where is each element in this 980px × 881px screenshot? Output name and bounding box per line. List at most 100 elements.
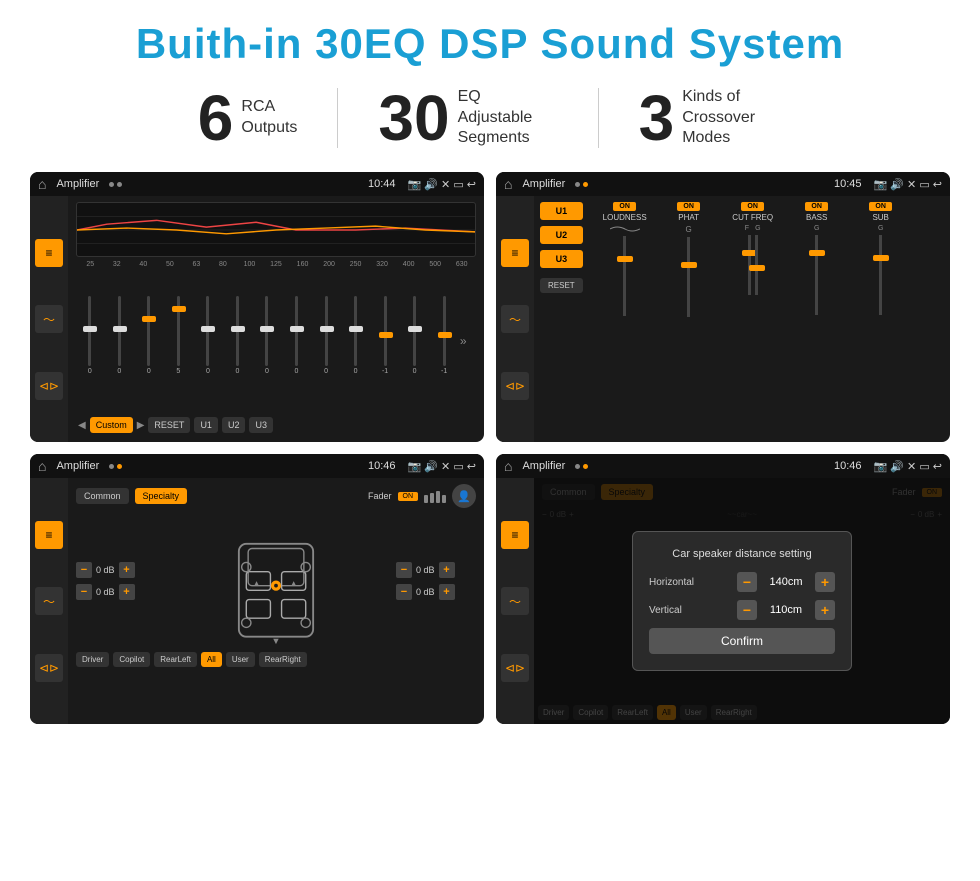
dlg-sidebar-icon-2[interactable]: 〜: [501, 587, 529, 615]
freq-32: 32: [105, 261, 130, 268]
amp-tilde-loudness: [610, 225, 640, 233]
freq-63: 63: [184, 261, 209, 268]
amp-screen: ≡ 〜 ⊲⊳ U1 U2 U3 RESET: [496, 196, 950, 442]
amp-sidebar-icon-2[interactable]: 〜: [501, 305, 529, 333]
home-icon-3[interactable]: ⌂: [38, 458, 46, 474]
spk-sidebar-icon-1[interactable]: ≡: [35, 521, 63, 549]
screens-grid: ⌂ Amplifier 10:44 📷 🔊 ✕ ▭ ↩ ≡ 〜 ⊲⊳: [30, 172, 950, 724]
spk-sidebar-icon-3[interactable]: ⊲⊳: [35, 654, 63, 682]
eq-prev-btn[interactable]: ◀: [78, 420, 86, 431]
status-icons-3: 📷 🔊 ✕ ▭ ↩: [408, 460, 476, 473]
spk-plus-1[interactable]: +: [119, 562, 135, 578]
spk-db-row-1: − 0 dB +: [76, 562, 156, 578]
eq-slider-9: 0: [312, 296, 340, 386]
amp-reset-btn[interactable]: RESET: [540, 278, 583, 293]
amp-sidebar-icon-1[interactable]: ≡: [501, 239, 529, 267]
dots-2: [575, 182, 588, 187]
spk-main: Common Specialty Fader ON 👤: [68, 478, 484, 724]
spk-plus-2[interactable]: +: [119, 584, 135, 600]
eq-icon-3[interactable]: ⊲⊳: [35, 372, 63, 400]
eq-u3-btn[interactable]: U3: [249, 417, 273, 433]
dot5: [109, 464, 114, 469]
freq-500: 500: [423, 261, 448, 268]
dialog-vertical-value: 110cm: [761, 604, 811, 616]
amp-u3-btn[interactable]: U3: [540, 250, 583, 268]
spk-on-badge[interactable]: ON: [398, 492, 419, 501]
amp-slider-sub[interactable]: [879, 235, 882, 315]
dialog-confirm-button[interactable]: Confirm: [649, 628, 835, 654]
amp-u2-btn[interactable]: U2: [540, 226, 583, 244]
status-icons-2: 📷 🔊 ✕ ▭ ↩: [874, 178, 942, 191]
amp-slider-bass[interactable]: [815, 235, 818, 315]
amp-on-phat[interactable]: ON: [677, 202, 700, 211]
spk-copilot-btn[interactable]: Copilot: [113, 652, 150, 667]
dialog-overlay: Car speaker distance setting Horizontal …: [534, 478, 950, 724]
spk-sidebar-icon-2[interactable]: 〜: [35, 587, 63, 615]
eq-next-btn[interactable]: ▶: [137, 420, 145, 431]
dialog-vertical-control: − 110cm +: [737, 600, 835, 620]
dialog-horizontal-minus[interactable]: −: [737, 572, 757, 592]
dialog-row-vertical: Vertical − 110cm +: [649, 600, 835, 620]
svg-text:▼: ▼: [271, 636, 280, 646]
freq-50: 50: [158, 261, 183, 268]
eq-icon-2[interactable]: 〜: [35, 305, 63, 333]
eq-custom-btn[interactable]: Custom: [90, 417, 133, 433]
dots-1: [109, 182, 122, 187]
spk-db-val-2: 0 dB: [96, 587, 115, 597]
spk-tab-common[interactable]: Common: [76, 488, 129, 504]
eq-graph: [76, 202, 476, 257]
spk-all-btn[interactable]: All: [201, 652, 222, 667]
page-wrapper: Buith-in 30EQ DSP Sound System 6 RCA Out…: [0, 0, 980, 744]
dot4: [583, 182, 588, 187]
spk-rearleft-btn[interactable]: RearLeft: [154, 652, 197, 667]
spk-minus-4[interactable]: −: [396, 584, 412, 600]
home-icon-1[interactable]: ⌂: [38, 176, 46, 192]
freq-320: 320: [370, 261, 395, 268]
eq-sidebar: ≡ 〜 ⊲⊳: [30, 196, 68, 442]
eq-reset-btn[interactable]: RESET: [148, 417, 190, 433]
dlg-sidebar-icon-1[interactable]: ≡: [501, 521, 529, 549]
eq-expand-icon[interactable]: »: [460, 334, 476, 348]
amp-slider-cutfreq-2[interactable]: [755, 235, 758, 295]
spk-tab-specialty[interactable]: Specialty: [135, 488, 188, 504]
amp-slider-loudness[interactable]: [623, 236, 626, 316]
spk-minus-3[interactable]: −: [396, 562, 412, 578]
spk-minus-2[interactable]: −: [76, 584, 92, 600]
amp-on-cutfreq[interactable]: ON: [741, 202, 764, 211]
eq-u2-btn[interactable]: U2: [222, 417, 246, 433]
spk-fader-bars: [424, 489, 446, 503]
status-bar-1: ⌂ Amplifier 10:44 📷 🔊 ✕ ▭ ↩: [30, 172, 484, 196]
home-icon-2[interactable]: ⌂: [504, 176, 512, 192]
amp-on-bass[interactable]: ON: [805, 202, 828, 211]
dialog-horizontal-label: Horizontal: [649, 577, 709, 588]
amp-cutfreq-sliders: [748, 235, 758, 295]
spk-user-btn[interactable]: User: [226, 652, 255, 667]
spk-person-icon[interactable]: 👤: [452, 484, 476, 508]
eq-sliders: 0 0 0 5 0 0 0 0 0 0 -1 0 -1 »: [76, 272, 476, 410]
spk-minus-1[interactable]: −: [76, 562, 92, 578]
eq-icon-1[interactable]: ≡: [35, 239, 63, 267]
spk-plus-4[interactable]: +: [439, 584, 455, 600]
amp-u1-btn[interactable]: U1: [540, 202, 583, 220]
spk-plus-3[interactable]: +: [439, 562, 455, 578]
amp-on-loudness[interactable]: ON: [613, 202, 636, 211]
amp-on-sub[interactable]: ON: [869, 202, 892, 211]
dialog-vertical-minus[interactable]: −: [737, 600, 757, 620]
amp-sub-g: G: [878, 225, 883, 232]
spk-driver-btn[interactable]: Driver: [76, 652, 109, 667]
amp-sidebar-icon-3[interactable]: ⊲⊳: [501, 372, 529, 400]
fader-bar-3: [436, 491, 440, 503]
spk-rearright-btn[interactable]: RearRight: [259, 652, 307, 667]
screen4-title: Amplifier: [522, 460, 565, 472]
amp-slider-phat[interactable]: [687, 237, 690, 317]
dialog-title: Car speaker distance setting: [649, 548, 835, 560]
screen4-time: 10:46: [834, 460, 862, 472]
amp-ch-cutfreq: ON CUT FREQ FG: [723, 202, 783, 436]
dialog-vertical-plus[interactable]: +: [815, 600, 835, 620]
home-icon-4[interactable]: ⌂: [504, 458, 512, 474]
status-bar-3: ⌂ Amplifier 10:46 📷 🔊 ✕ ▭ ↩: [30, 454, 484, 478]
spk-bottom-bar: Driver Copilot RearLeft All User RearRig…: [76, 652, 476, 667]
dialog-horizontal-plus[interactable]: +: [815, 572, 835, 592]
dlg-sidebar-icon-3[interactable]: ⊲⊳: [501, 654, 529, 682]
eq-u1-btn[interactable]: U1: [194, 417, 218, 433]
